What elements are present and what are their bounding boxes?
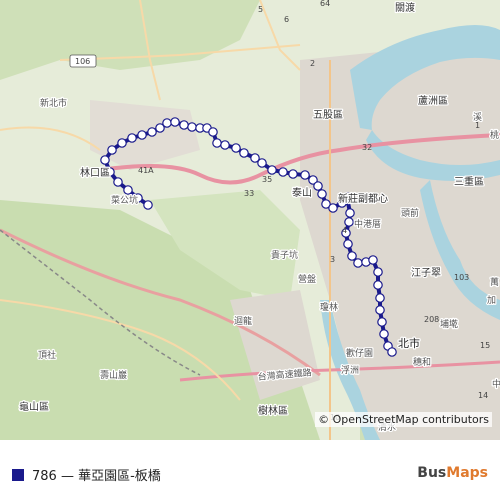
road-number: 4 <box>342 226 347 235</box>
bus-stop[interactable] <box>127 133 137 143</box>
bus-stop[interactable] <box>347 251 357 261</box>
road-number: 106 <box>75 57 90 66</box>
bus-stop[interactable] <box>373 280 383 290</box>
bus-stop[interactable] <box>212 138 222 148</box>
place-label: 桃 <box>490 129 499 141</box>
bus-stop[interactable] <box>187 122 197 132</box>
bus-stop[interactable] <box>170 117 180 127</box>
place-label: 頭前 <box>401 207 419 219</box>
brand-part2: Maps <box>446 465 488 481</box>
map-attribution[interactable]: © OpenStreetMap contributors <box>315 412 492 427</box>
bus-stop[interactable] <box>368 255 378 265</box>
place-label: 三重區 <box>454 175 484 188</box>
route-legend-label: 786 — 華亞園區-板橋 <box>32 469 161 484</box>
place-label: 埔墘 <box>440 318 458 330</box>
bus-stop[interactable] <box>278 167 288 177</box>
bus-stop[interactable] <box>257 158 267 168</box>
place-label: 貴子坑 <box>271 249 298 261</box>
bus-stop[interactable] <box>375 293 385 303</box>
place-label: 北市 <box>398 336 420 350</box>
bus-stop[interactable] <box>162 118 172 128</box>
legend: 786 — 華亞園區-板橋 BusMaps <box>0 440 500 500</box>
bus-stop[interactable] <box>377 317 387 327</box>
place-label: 加 <box>487 295 496 306</box>
bus-stop[interactable] <box>113 177 123 187</box>
place-label: 龜山區 <box>19 400 49 413</box>
road-number: 5 <box>258 5 263 14</box>
place-label: 五股區 <box>313 109 343 121</box>
bus-stop[interactable] <box>208 127 218 137</box>
place-label: 浮洲 <box>341 364 359 376</box>
brand-part1: Bus <box>417 465 447 481</box>
route-color-swatch <box>12 469 24 481</box>
bus-stop[interactable] <box>100 155 110 165</box>
place-label: 林口區 <box>80 166 110 179</box>
bus-stop[interactable] <box>231 143 241 153</box>
bus-stop[interactable] <box>300 170 310 180</box>
place-label: 泰山 <box>292 186 312 199</box>
bus-stop[interactable] <box>239 148 249 158</box>
place-label: 歡仔園 <box>346 347 373 359</box>
road-number: 41A <box>138 166 154 175</box>
road-number: 103 <box>454 273 469 282</box>
road-number: 15 <box>480 341 490 350</box>
bus-stop[interactable] <box>379 329 389 339</box>
road-number: 33 <box>244 189 254 198</box>
road-number: 6 <box>284 15 289 24</box>
bus-stop[interactable] <box>373 267 383 277</box>
place-label: 菜公坑 <box>111 194 138 206</box>
bus-stop[interactable] <box>123 185 133 195</box>
bus-stop[interactable] <box>179 120 189 130</box>
place-label: 關渡 <box>395 1 415 14</box>
bus-stop[interactable] <box>353 258 363 268</box>
bus-stop[interactable] <box>313 181 323 191</box>
road-number: 1 <box>475 121 480 130</box>
bus-stop[interactable] <box>137 130 147 140</box>
place-label: 瓊林 <box>320 301 338 313</box>
place-label: 新北市 <box>40 97 67 109</box>
bus-stop[interactable] <box>143 200 153 210</box>
map[interactable]: 關渡 蘆洲區 五股區 三重區 林口區 泰山 新莊副都心 中港厝 頭前 貴子坑 營… <box>0 0 500 440</box>
road-number: 2 <box>310 59 315 68</box>
bus-stop[interactable] <box>220 140 230 150</box>
place-label: 萬 <box>490 276 499 288</box>
road-number: 64 <box>320 0 330 8</box>
bus-stop[interactable] <box>117 138 127 148</box>
place-label: 江子翠 <box>411 267 441 279</box>
bus-stop[interactable] <box>288 169 298 179</box>
bus-stop[interactable] <box>328 203 338 213</box>
bus-stop[interactable] <box>345 208 355 218</box>
bus-stop[interactable] <box>387 347 397 357</box>
bus-stop[interactable] <box>375 305 385 315</box>
place-label: 蘆洲區 <box>418 94 448 107</box>
bus-stop[interactable] <box>267 165 277 175</box>
place-label: 新莊副都心 <box>338 192 388 205</box>
place-label: 營盤 <box>298 273 316 285</box>
busmaps-logo[interactable]: BusMaps <box>417 465 488 481</box>
bus-stop[interactable] <box>317 189 327 199</box>
place-label: 壽山巖 <box>100 369 127 381</box>
place-label: 樹林區 <box>258 404 288 417</box>
bus-stop[interactable] <box>344 217 354 227</box>
bus-stop[interactable] <box>343 239 353 249</box>
bus-stop[interactable] <box>107 145 117 155</box>
road-number: 32 <box>362 143 372 152</box>
road-number: 208 <box>424 315 439 324</box>
map-canvas[interactable]: 關渡 蘆洲區 五股區 三重區 林口區 泰山 新莊副都心 中港厝 頭前 貴子坑 營… <box>0 0 500 440</box>
place-label: 穗和 <box>413 356 431 368</box>
place-label: 中 <box>492 378 500 390</box>
place-label: 迴龍 <box>234 315 252 327</box>
road-number: 35 <box>262 175 272 184</box>
road-number: 14 <box>478 391 488 400</box>
road-number: 3 <box>330 255 335 264</box>
place-label: 中港厝 <box>354 218 381 230</box>
bus-stop[interactable] <box>147 127 157 137</box>
place-label: 頂社 <box>38 349 56 361</box>
